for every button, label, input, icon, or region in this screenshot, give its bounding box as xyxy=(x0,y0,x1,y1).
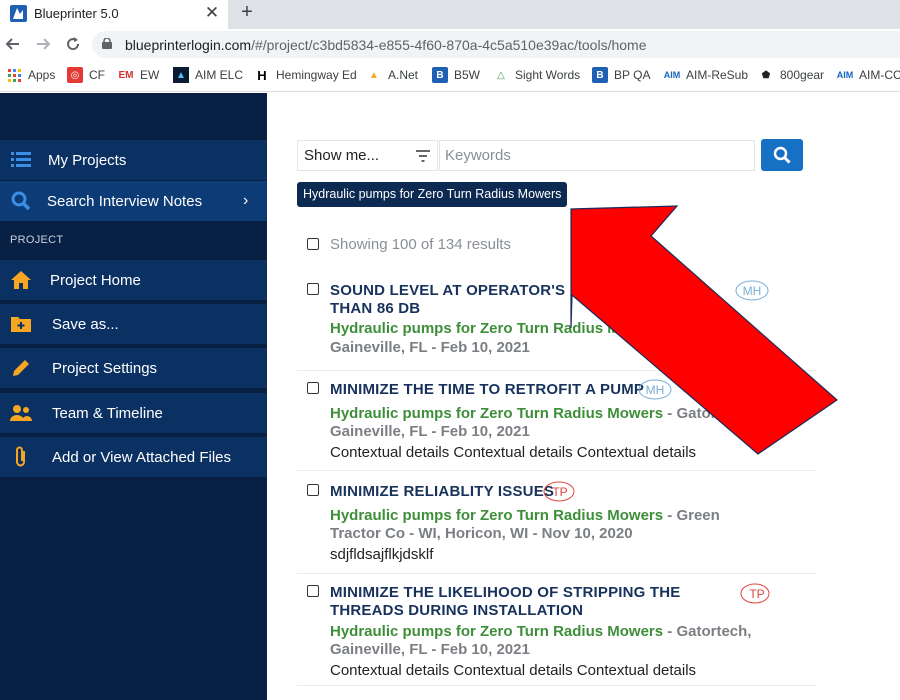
show-me-dropdown[interactable]: Show me... xyxy=(297,140,438,171)
anet-icon: ▲ xyxy=(369,69,379,81)
filter-chip[interactable]: Hydraulic pumps for Zero Turn Radius Mow… xyxy=(297,182,568,207)
blueprinter-favicon-icon xyxy=(10,5,27,22)
sight-words-icon: △ xyxy=(497,69,505,81)
result-location-date: Gaineville, FL - Feb 10, 2021 xyxy=(330,641,530,658)
select-all-checkbox[interactable] xyxy=(307,238,319,250)
sidebar-item-label: Search Interview Notes xyxy=(47,192,203,210)
divider xyxy=(297,685,817,686)
result-details: Contextual details Contextual details Co… xyxy=(330,444,697,461)
bookmark-cf[interactable]: ◎ CF xyxy=(67,66,105,84)
result-details: Contextual details Contextual details Co… xyxy=(330,662,697,679)
result-project[interactable]: Hydraulic pumps for Zero Turn Radius Mow… xyxy=(330,507,720,525)
aim-cc-icon: AIM xyxy=(836,70,854,80)
bookmark-b5w[interactable]: B B5W xyxy=(432,66,480,84)
result-location-date: Gaineville, FL - Feb 10, 2021 xyxy=(330,339,530,356)
sidebar-item-project-settings[interactable]: Project Settings xyxy=(0,348,267,388)
results-summary: Showing 100 of 134 results xyxy=(330,236,511,253)
divider xyxy=(297,573,817,574)
result-details: sdjfldsajflkjdsklf xyxy=(330,546,434,563)
b5w-icon: B xyxy=(432,67,448,83)
browser-tab[interactable]: Blueprinter 5.0 ✕ xyxy=(0,0,228,29)
sidebar-item-my-projects[interactable]: My Projects xyxy=(0,140,267,180)
result-project[interactable]: Hydraulic pumps for Zero Turn Radius Mow… xyxy=(330,405,738,423)
tag-badge: MH xyxy=(735,280,769,301)
tab-close-icon[interactable]: ✕ xyxy=(203,3,221,23)
sidebar: My Projects Search Interview Notes › PRO… xyxy=(0,93,267,700)
show-me-label: Show me... xyxy=(304,147,380,164)
reload-icon[interactable] xyxy=(62,33,84,55)
aim-resub-icon: AIM xyxy=(663,70,681,80)
search-icon xyxy=(773,146,791,164)
tag-badge: TP xyxy=(543,481,577,502)
sidebar-item-label: Project Home xyxy=(50,271,141,289)
bookmark-anet[interactable]: ▲ A.Net xyxy=(366,66,418,84)
bookmark-sight-words[interactable]: △ Sight Words xyxy=(493,66,580,84)
paperclip-icon xyxy=(9,445,33,469)
tab-title: Blueprinter 5.0 xyxy=(34,6,119,21)
bookmark-hemingway[interactable]: H Hemingway Ed xyxy=(254,66,356,84)
bookmarks-bar: Apps ◎ CF EM EW ▲ AIM ELC H Hemingway Ed ▲ A.… xyxy=(0,59,900,92)
result-title: MINIMIZE RELIABLITY ISSUES xyxy=(330,483,555,500)
bookmark-apps[interactable]: Apps xyxy=(6,66,55,84)
home-icon xyxy=(9,268,33,292)
list-icon xyxy=(9,148,33,172)
sidebar-item-project-home[interactable]: Project Home xyxy=(0,260,267,300)
sidebar-item-attached-files[interactable]: Add or View Attached Files xyxy=(0,437,267,477)
result-location-date: Tractor Co - WI, Horicon, WI - Nov 10, 2… xyxy=(330,525,633,542)
chevron-right-icon: › xyxy=(243,192,249,209)
lock-icon xyxy=(102,38,112,49)
browser-toolbar: blueprinterlogin.com/#/project/c3bd5834-… xyxy=(0,29,900,59)
sidebar-item-label: My Projects xyxy=(48,151,127,169)
800gear-icon: ⬟ xyxy=(761,69,771,81)
result-project[interactable]: Hydraulic pumps for Zero Turn Radius Mow… xyxy=(330,623,751,641)
address-bar[interactable]: blueprinterlogin.com/#/project/c3bd5834-… xyxy=(92,31,900,58)
bookmark-800gear[interactable]: ⬟ 800gear xyxy=(758,66,824,84)
search-icon xyxy=(9,189,33,213)
hemingway-icon: H xyxy=(257,67,267,83)
sidebar-item-team-timeline[interactable]: Team & Timeline xyxy=(0,393,267,433)
section-label: PROJECT xyxy=(10,234,64,246)
cf-icon: ◎ xyxy=(67,67,83,83)
apps-grid-icon xyxy=(6,67,22,83)
sidebar-item-save-as[interactable]: Save as... xyxy=(0,304,267,344)
bookmark-aim-cc[interactable]: AIM AIM-CC xyxy=(837,66,900,84)
back-arrow-icon[interactable] xyxy=(2,33,24,55)
filter-icon xyxy=(416,150,430,162)
result-title: MINIMIZE THE TIME TO RETROFIT A PUMP xyxy=(330,381,645,398)
aim-elc-icon: ▲ xyxy=(173,67,189,83)
main-content: Show me... Hydraulic pumps for Zero Turn… xyxy=(267,93,900,700)
list-item[interactable]: MINIMIZE THE TIME TO RETROFIT A PUMP Hyd… xyxy=(297,381,817,461)
new-tab-button[interactable]: + xyxy=(237,1,257,25)
forward-arrow-icon[interactable] xyxy=(32,33,54,55)
divider xyxy=(297,370,817,371)
sidebar-item-label: Team & Timeline xyxy=(52,404,163,422)
bookmark-aim-resub[interactable]: AIM AIM-ReSub xyxy=(664,66,748,84)
bp-qa-icon: B xyxy=(592,67,608,83)
sidebar-item-search-notes[interactable]: Search Interview Notes › xyxy=(0,181,267,221)
url-text: blueprinterlogin.com/#/project/c3bd5834-… xyxy=(125,37,647,53)
bookmark-ew[interactable]: EM EW xyxy=(118,66,160,84)
folder-plus-icon xyxy=(9,312,33,336)
tag-badge: MH xyxy=(638,379,672,400)
divider xyxy=(297,470,817,471)
bookmark-bp-qa[interactable]: B BP QA xyxy=(592,66,650,84)
sidebar-item-label: Save as... xyxy=(52,315,119,333)
bookmark-aim-elc[interactable]: ▲ AIM ELC xyxy=(173,66,243,84)
keywords-input[interactable] xyxy=(439,140,755,171)
list-item[interactable]: MINIMIZE THE LIKELIHOOD OF STRIPPING THE… xyxy=(297,584,817,679)
pencil-icon xyxy=(9,356,33,380)
search-button[interactable] xyxy=(761,139,803,171)
sidebar-item-label: Project Settings xyxy=(52,359,158,377)
em-icon: EM xyxy=(118,69,134,81)
result-title: MINIMIZE THE LIKELIHOOD OF STRIPPING THE… xyxy=(330,584,681,619)
browser-tab-bar: Blueprinter 5.0 ✕ + xyxy=(0,0,900,29)
result-title: SOUND LEVEL AT OPERATOR'S EAR THAN 86 DB xyxy=(330,282,602,317)
result-location-date: Gaineville, FL - Feb 10, 2021 xyxy=(330,423,530,440)
team-icon xyxy=(9,401,33,425)
tag-badge: TP xyxy=(740,583,774,604)
result-project[interactable]: Hydraulic pumps for Zero Turn Radius Mow… xyxy=(330,320,649,338)
sidebar-item-label: Add or View Attached Files xyxy=(52,448,231,466)
